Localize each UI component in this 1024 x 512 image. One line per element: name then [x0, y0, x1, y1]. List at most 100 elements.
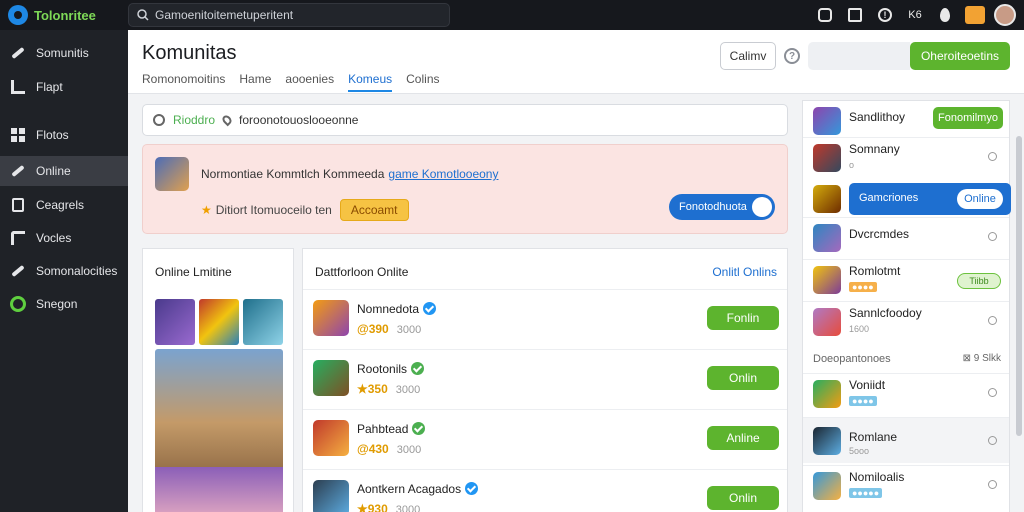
sidebar-item-3[interactable]: Online	[0, 156, 128, 186]
friend-avatar[interactable]	[313, 420, 349, 456]
list-item[interactable]: Nomiloalis ●●●●●	[803, 465, 1009, 505]
friend-name: Pahbtead	[357, 422, 426, 436]
banner-link[interactable]: game Komotlooeony	[388, 167, 498, 181]
thumbnail[interactable]	[243, 299, 283, 345]
sidebar-item-0[interactable]: Somunitis	[0, 38, 128, 68]
item-sub: ●●●●	[849, 396, 877, 406]
filter-text: foroonotouoslooeonne	[239, 113, 359, 127]
coins-value: @430	[357, 442, 389, 456]
sidebar-item-label: Online	[36, 164, 71, 178]
friend-coins: @430 3000	[357, 442, 421, 456]
drop-icon[interactable]	[934, 4, 956, 26]
game-icon[interactable]	[964, 4, 986, 26]
sidebar-item-label: Somunitis	[36, 46, 89, 60]
sidebar-item-2[interactable]: Flotos	[0, 120, 128, 150]
item-name: Romlotmt	[849, 264, 901, 278]
list-item[interactable]: Sandlithoy Fonomilmyo	[803, 101, 1009, 141]
list-item-selected[interactable]: Gamcriones Online	[849, 183, 1011, 215]
tab-bar: Romonomoitins Hame aooenies Komeus Colin…	[142, 72, 454, 92]
account-button[interactable]: Accoamt	[339, 199, 409, 221]
hero-artwork-secondary[interactable]	[155, 467, 283, 512]
status-dot-icon	[988, 232, 997, 241]
app-name: Tolonritee	[34, 7, 96, 23]
banner-avatar	[155, 157, 189, 191]
header-input[interactable]	[808, 42, 910, 70]
sidebar-item-6[interactable]: Somonalocities	[0, 256, 128, 286]
user-avatar[interactable]	[994, 4, 1016, 26]
banner-message: Normontiae Kommtlch Kommeeda game Komotlo…	[201, 167, 498, 181]
help-icon[interactable]: ?	[784, 48, 800, 64]
tab-4[interactable]: Colins	[406, 72, 439, 92]
sidebar-item-5[interactable]: Vocles	[0, 223, 128, 253]
online-pill[interactable]: Online	[957, 189, 1003, 209]
friend-action-button[interactable]: Onlin	[707, 366, 779, 390]
friend-name-text: Pahbtead	[357, 422, 409, 436]
tab-1[interactable]: Hame	[239, 72, 271, 92]
sidebar-item-4[interactable]: Ceagrels	[0, 190, 128, 220]
item-action-button[interactable]: Fonomilmyo	[933, 107, 1003, 129]
list-item[interactable]: Voniidt ●●●●	[803, 373, 1009, 413]
thumbnail[interactable]	[199, 299, 239, 345]
friend-coins: ★930 3000	[357, 502, 420, 512]
sidebar-item-label: Flapt	[36, 80, 63, 94]
coins-sub: 3000	[396, 324, 422, 336]
friend-action-button[interactable]: Anline	[707, 426, 779, 450]
banner-text: Normontiae Kommtlch Kommeeda	[201, 167, 385, 181]
pen-icon	[10, 45, 26, 61]
search-input[interactable]	[155, 8, 435, 22]
item-sub: o	[849, 160, 855, 170]
coins-sub: 3000	[395, 384, 421, 396]
primary-action-button[interactable]: Oheroiteoetins	[910, 42, 1010, 70]
list-item[interactable]: Romlotmt ●●●● Tiibb	[803, 259, 1009, 299]
item-name: Sandlithoy	[849, 110, 906, 124]
green-circle-icon	[10, 296, 26, 312]
list-item[interactable]: Sannlcfoodoy 1600	[803, 301, 1009, 341]
notification-icon[interactable]	[814, 4, 836, 26]
global-search	[128, 3, 450, 27]
list-item[interactable]: Somnany o	[803, 137, 1009, 177]
online-friends-panel: Dattforloon Onlite Onlitl Onlins Nomnedo…	[302, 248, 788, 512]
sidebar-item-label: Vocles	[36, 231, 72, 245]
list-item[interactable]: Dvcrcmdes	[803, 217, 1009, 257]
item-badge[interactable]: Tiibb	[957, 273, 1001, 289]
friend-avatar[interactable]	[313, 360, 349, 396]
app-logo[interactable]: Tolonritee	[0, 5, 128, 25]
filter-tag[interactable]: Rioddro	[173, 113, 215, 127]
status-dot-icon	[988, 388, 997, 397]
friend-action-button[interactable]: Fonlin	[707, 306, 779, 330]
info-icon[interactable]: !	[874, 4, 896, 26]
sidebar-item-7[interactable]: Snegon	[0, 289, 128, 319]
banner-secondary-text: Ditiort Itomuoceilo ten	[215, 203, 332, 217]
sidebar-item-label: Flotos	[36, 128, 69, 142]
item-name: Romlane	[849, 430, 898, 444]
coins-value: @390	[357, 322, 389, 336]
panel-link[interactable]: Onlitl Onlins	[712, 265, 777, 279]
friend-row: Pahbtead @430 3000 Anline	[303, 409, 787, 469]
friend-action-button[interactable]: Onlin	[707, 486, 779, 510]
outline-button[interactable]: Calimv	[720, 42, 776, 70]
list-item[interactable]: Romlane 5ooo	[803, 417, 1009, 463]
banner-toggle[interactable]: Fonotodhuota	[669, 194, 775, 220]
friend-avatar[interactable]	[313, 300, 349, 336]
scrollbar[interactable]	[1016, 136, 1022, 436]
item-sub: ●●●●●	[849, 488, 883, 498]
verified-icon	[411, 362, 425, 375]
thumbnail[interactable]	[155, 299, 195, 345]
tab-3[interactable]: Komeus	[348, 72, 393, 92]
item-name: Voniidt	[849, 378, 886, 392]
tab-2[interactable]: aooenies	[285, 72, 334, 92]
item-name: Gamcriones	[859, 192, 919, 204]
item-sub: 1600	[849, 324, 870, 334]
section-meta[interactable]: ⊠ 9 Slkk	[963, 353, 1001, 364]
logo-icon	[8, 5, 28, 25]
friend-avatar[interactable]	[313, 480, 349, 512]
apps-icon[interactable]	[844, 4, 866, 26]
status-dot-icon	[988, 152, 997, 161]
item-avatar	[813, 144, 841, 172]
star-icon: ★	[201, 203, 212, 217]
verified-icon	[412, 422, 426, 435]
tab-0[interactable]: Romonomoitins	[142, 72, 225, 92]
page-header: Komunitas Romonomoitins Hame aooenies Ko…	[128, 30, 1024, 94]
sidebar-item-1[interactable]: Flapt	[0, 72, 128, 102]
filter-bar[interactable]: Rioddro foroonotouoslooeonne	[142, 104, 788, 136]
